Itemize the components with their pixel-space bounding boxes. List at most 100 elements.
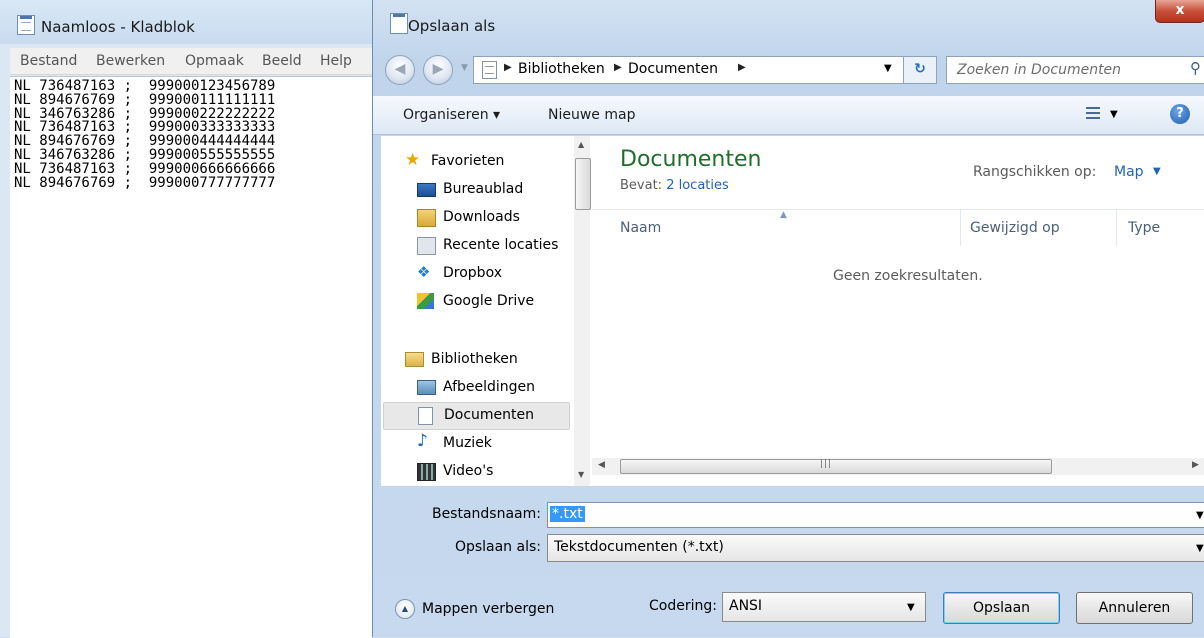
nav-item-afbeeldingen[interactable]: Afbeeldingen xyxy=(417,375,570,401)
save-as-type-value: Tekstdocumenten (*.txt) xyxy=(554,539,724,555)
search-input[interactable]: Zoeken in Documenten xyxy=(957,62,1121,78)
notepad-titlebar[interactable]: Naamloos - Kladblok xyxy=(0,0,372,44)
file-list-horizontal-scrollbar[interactable]: ◀ ||| ▶ xyxy=(592,458,1204,475)
recent-places-icon xyxy=(417,237,436,255)
nav-item-documenten[interactable]: Documenten xyxy=(383,402,570,430)
search-box[interactable]: Zoeken in Documenten ⚲ xyxy=(946,56,1204,84)
encoding-value: ANSI xyxy=(729,598,763,614)
nav-item-label: Google Drive xyxy=(443,293,535,309)
navigation-pane-scrollbar[interactable]: ▲ ▼ xyxy=(574,136,591,486)
menu-help[interactable]: Help xyxy=(320,53,352,69)
notepad-text-area[interactable]: NL 736487163 ; 999000123456789 NL 894676… xyxy=(10,76,372,638)
forward-button[interactable]: ▶ xyxy=(423,55,453,85)
column-gewijzigd-op[interactable]: Gewijzigd op xyxy=(970,220,1060,236)
nav-item-label: Bureaublad xyxy=(443,181,524,197)
google-drive-icon xyxy=(417,293,434,309)
sort-ascending-icon: ▲ xyxy=(780,210,787,220)
nav-item-label: Video's xyxy=(443,463,494,479)
nav-item-label: Dropbox xyxy=(443,265,502,281)
library-contains: Bevat: 2 locaties xyxy=(620,178,729,193)
navigation-pane: ★ Favorieten Bureaublad Downloads Recent… xyxy=(381,136,574,486)
library-title: Documenten xyxy=(620,147,762,172)
search-icon[interactable]: ⚲ xyxy=(1190,59,1201,77)
organize-button[interactable]: Organiseren ▾ xyxy=(403,107,500,123)
view-dropdown-icon[interactable]: ▼ xyxy=(1110,109,1118,120)
scrollbar-grip-icon: ||| xyxy=(820,459,833,469)
close-button[interactable]: x xyxy=(1155,0,1204,23)
menu-opmaak[interactable]: Opmaak xyxy=(185,53,244,69)
nav-item-label: Recente locaties xyxy=(443,237,559,253)
chevron-down-icon[interactable]: ▼ xyxy=(1196,543,1204,554)
dialog-toolbar: Organiseren ▾ Nieuwe map ▼ ? xyxy=(373,96,1204,135)
music-icon: ♪ xyxy=(417,431,428,451)
library-contains-label: Bevat: xyxy=(620,178,663,193)
column-divider[interactable] xyxy=(960,210,961,246)
new-folder-button[interactable]: Nieuwe map xyxy=(548,107,635,123)
nav-item-bureaublad[interactable]: Bureaublad xyxy=(417,177,570,203)
menu-beeld[interactable]: Beeld xyxy=(262,53,302,69)
view-options-icon[interactable] xyxy=(1086,107,1100,121)
chevron-down-icon[interactable]: ▼ xyxy=(907,602,915,613)
address-dropdown-icon[interactable]: ▼ xyxy=(884,63,892,74)
nav-item-favorieten[interactable]: ★ Favorieten xyxy=(405,149,570,175)
scroll-left-icon[interactable]: ◀ xyxy=(598,460,605,470)
scroll-up-icon[interactable]: ▲ xyxy=(578,140,584,149)
menu-bestand[interactable]: Bestand xyxy=(20,53,77,69)
nav-item-google-drive[interactable]: Google Drive xyxy=(417,289,570,315)
notepad-title: Naamloos - Kladblok xyxy=(41,18,195,36)
chevron-right-icon[interactable]: ▶ xyxy=(504,62,512,73)
nav-item-label: Downloads xyxy=(443,209,520,225)
scroll-down-icon[interactable]: ▼ xyxy=(578,470,584,479)
refresh-button[interactable]: ↻ xyxy=(903,56,937,84)
arrange-by-dropdown[interactable]: Map xyxy=(1114,164,1144,180)
breadcrumb-documenten[interactable]: Documenten xyxy=(628,61,718,77)
arrange-by-label: Rangschikken op: xyxy=(973,164,1097,180)
menu-bewerken[interactable]: Bewerken xyxy=(96,53,165,69)
scrollbar-thumb[interactable] xyxy=(575,158,591,210)
downloads-icon xyxy=(417,209,436,227)
filename-label: Bestandsnaam: xyxy=(431,506,541,522)
nav-item-videos[interactable]: Video's xyxy=(417,459,570,485)
nav-item-recente-locaties[interactable]: Recente locaties xyxy=(417,233,570,259)
notepad-content[interactable]: NL 736487163 ; 999000123456789 NL 894676… xyxy=(10,77,372,190)
address-bar[interactable]: ▶ Bibliotheken ▶ Documenten ▶ ▼ xyxy=(473,56,924,84)
column-type[interactable]: Type xyxy=(1128,220,1160,236)
column-divider[interactable] xyxy=(1116,210,1117,246)
save-as-dialog: Opslaan als x ◀ ▶ ▼ ▶ Bibliotheken ▶ Doc… xyxy=(372,0,1204,637)
nav-item-label: Muziek xyxy=(443,435,492,451)
library-locations-link[interactable]: 2 locaties xyxy=(666,178,729,193)
nav-item-label: Bibliotheken xyxy=(431,351,518,367)
nav-item-bibliotheken[interactable]: Bibliotheken xyxy=(405,347,570,373)
breadcrumb-bibliotheken[interactable]: Bibliotheken xyxy=(518,61,605,77)
nav-item-label: Favorieten xyxy=(431,153,505,169)
chevron-down-icon[interactable]: ▼ xyxy=(1153,166,1161,177)
nav-item-muziek[interactable]: ♪ Muziek xyxy=(417,431,570,457)
nav-item-dropbox[interactable]: ❖ Dropbox xyxy=(417,261,570,287)
chevron-right-icon[interactable]: ▶ xyxy=(614,62,622,73)
notepad-icon xyxy=(17,15,35,35)
libraries-icon xyxy=(405,352,424,367)
star-icon: ★ xyxy=(405,150,421,170)
save-as-type-select[interactable]: Tekstdocumenten (*.txt) ▼ xyxy=(547,534,1204,562)
back-button[interactable]: ◀ xyxy=(385,55,415,85)
filename-selected-text[interactable]: *.txt xyxy=(550,506,585,522)
encoding-select[interactable]: ANSI ▼ xyxy=(722,592,926,622)
videos-icon xyxy=(417,463,436,481)
cancel-button[interactable]: Annuleren xyxy=(1076,592,1193,624)
filename-field[interactable]: *.txt ▼ xyxy=(547,502,1204,528)
save-button[interactable]: Opslaan xyxy=(943,592,1060,624)
recent-pages-dropdown[interactable]: ▼ xyxy=(461,63,468,73)
chevron-right-icon[interactable]: ▶ xyxy=(738,62,746,73)
dialog-title: Opslaan als xyxy=(408,17,496,35)
scroll-right-icon[interactable]: ▶ xyxy=(1192,460,1199,470)
help-icon[interactable]: ? xyxy=(1170,104,1190,124)
nav-item-downloads[interactable]: Downloads xyxy=(417,205,570,231)
pictures-icon xyxy=(417,380,436,395)
scrollbar-thumb[interactable] xyxy=(620,459,1052,474)
notepad-window: Naamloos - Kladblok Bestand Bewerken Opm… xyxy=(0,0,373,638)
nav-item-label: Afbeeldingen xyxy=(443,379,536,395)
column-naam[interactable]: Naam xyxy=(620,220,661,236)
filename-dropdown-icon[interactable]: ▼ xyxy=(1196,510,1204,521)
notepad-menubar: Bestand Bewerken Opmaak Beeld Help xyxy=(10,48,372,75)
dropbox-icon: ❖ xyxy=(417,263,431,281)
